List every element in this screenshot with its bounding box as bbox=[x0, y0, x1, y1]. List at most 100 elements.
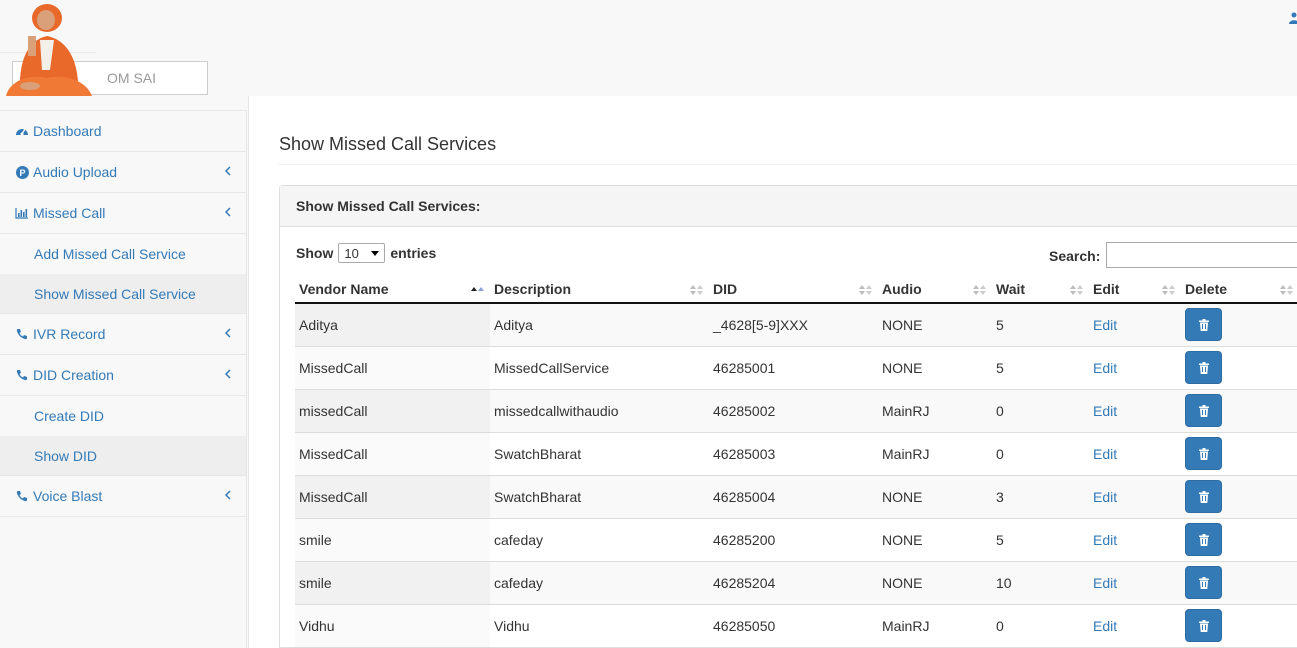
cell-edit: Edit bbox=[1089, 432, 1181, 476]
sidebar-subitem-create-did[interactable]: Create DID bbox=[0, 396, 246, 436]
cell-vendor: Aditya bbox=[295, 303, 490, 347]
chevron-left-icon bbox=[224, 369, 231, 379]
delete-button[interactable] bbox=[1185, 480, 1222, 513]
search-label: Search: bbox=[1049, 248, 1101, 264]
svg-text:P: P bbox=[19, 168, 25, 178]
cell-audio: NONE bbox=[878, 303, 992, 347]
table-row: missedCall missedcallwithaudio 46285002 Mai… bbox=[295, 389, 1297, 433]
sort-both-icon bbox=[1280, 285, 1293, 295]
top-navbar: OM SAI bbox=[0, 0, 1297, 96]
sidebar-item-label: Show Missed Call Service bbox=[34, 285, 196, 302]
cell-wait: 0 bbox=[992, 432, 1089, 476]
edit-link[interactable]: Edit bbox=[1093, 317, 1117, 333]
cell-wait: 5 bbox=[992, 303, 1089, 347]
column-header-edit[interactable]: Edit bbox=[1089, 276, 1181, 304]
entries-select-value: 10 bbox=[344, 245, 359, 261]
entries-length-control: Show 10 entries bbox=[296, 243, 436, 263]
cell-delete bbox=[1181, 432, 1297, 476]
delete-button[interactable] bbox=[1185, 523, 1222, 556]
sidebar-item-dashboard[interactable]: Dashboard bbox=[0, 111, 246, 152]
edit-link[interactable]: Edit bbox=[1093, 618, 1117, 634]
column-header-label: DID bbox=[713, 281, 738, 297]
delete-button[interactable] bbox=[1185, 437, 1222, 470]
cell-vendor: MissedCall bbox=[295, 346, 490, 390]
sort-asc-icon bbox=[471, 287, 484, 291]
delete-button[interactable] bbox=[1185, 351, 1222, 384]
phone-icon bbox=[15, 327, 29, 341]
edit-link[interactable]: Edit bbox=[1093, 532, 1117, 548]
delete-button[interactable] bbox=[1185, 609, 1222, 642]
cell-vendor: MissedCall bbox=[295, 475, 490, 519]
cell-did: 46285002 bbox=[709, 389, 878, 433]
cell-did: _4628[5-9]XXX bbox=[709, 303, 878, 347]
sidebar-item-label: Missed Call bbox=[33, 205, 106, 221]
table-header-row: Vendor Name Description DID Audio Wait E… bbox=[295, 276, 1297, 304]
cell-description: Vidhu bbox=[490, 604, 709, 648]
trash-icon bbox=[1198, 533, 1209, 546]
entries-label: entries bbox=[390, 245, 437, 261]
edit-link[interactable]: Edit bbox=[1093, 360, 1117, 376]
trash-icon bbox=[1198, 447, 1209, 460]
column-header-delete[interactable]: Delete bbox=[1181, 276, 1297, 304]
cell-wait: 5 bbox=[992, 518, 1089, 562]
services-panel: Show Missed Call Services: Show 10 entri… bbox=[279, 185, 1297, 648]
cell-edit: Edit bbox=[1089, 303, 1181, 347]
sidebar-item-did-creation[interactable]: DID Creation bbox=[0, 355, 246, 396]
cell-description: cafeday bbox=[490, 561, 709, 605]
edit-link[interactable]: Edit bbox=[1093, 446, 1117, 462]
cell-wait: 10 bbox=[992, 561, 1089, 605]
trash-icon bbox=[1198, 318, 1209, 331]
bar-chart-icon bbox=[15, 206, 29, 220]
column-header-label: Vendor Name bbox=[299, 281, 389, 297]
table-row: smile cafeday 46285200 NONE 5 Edit bbox=[295, 518, 1297, 562]
edit-link[interactable]: Edit bbox=[1093, 575, 1117, 591]
cell-audio: NONE bbox=[878, 475, 992, 519]
delete-button[interactable] bbox=[1185, 308, 1222, 342]
sidebar-item-label: Create DID bbox=[34, 408, 105, 424]
trash-icon bbox=[1198, 576, 1209, 589]
sai-baba-logo bbox=[6, 4, 92, 96]
sidebar: Dashboard P Audio Upload Missed Call Add… bbox=[0, 110, 247, 648]
table-row: smile cafeday 46285204 NONE 10 Edit bbox=[295, 561, 1297, 605]
cell-wait: 5 bbox=[992, 346, 1089, 390]
column-header-vendor-name[interactable]: Vendor Name bbox=[295, 276, 490, 304]
cell-description: SwatchBharat bbox=[490, 475, 709, 519]
user-icon[interactable] bbox=[1289, 12, 1297, 24]
cell-did: 46285050 bbox=[709, 604, 878, 648]
cell-description: missedcallwithaudio bbox=[490, 389, 709, 433]
column-header-did[interactable]: DID bbox=[709, 276, 878, 304]
sidebar-item-ivr-record[interactable]: IVR Record bbox=[0, 314, 246, 355]
delete-button[interactable] bbox=[1185, 566, 1222, 599]
trash-icon bbox=[1198, 619, 1209, 632]
sidebar-item-label: IVR Record bbox=[33, 326, 106, 342]
table-row: MissedCall SwatchBharat 46285004 NONE 3 Edit bbox=[295, 475, 1297, 519]
table-row: Aditya Aditya _4628[5-9]XXX NONE 5 Edit bbox=[295, 303, 1297, 347]
edit-link[interactable]: Edit bbox=[1093, 489, 1117, 505]
sidebar-subitem-add-missed-call-service[interactable]: Add Missed Call Service bbox=[0, 234, 246, 274]
sidebar-item-label: DID Creation bbox=[33, 367, 114, 383]
cell-edit: Edit bbox=[1089, 346, 1181, 390]
column-header-label: Audio bbox=[882, 281, 922, 297]
column-header-wait[interactable]: Wait bbox=[992, 276, 1089, 304]
sidebar-item-missed-call[interactable]: Missed Call bbox=[0, 193, 246, 234]
column-header-audio[interactable]: Audio bbox=[878, 276, 992, 304]
sidebar-item-voice-blast[interactable]: Voice Blast bbox=[0, 476, 246, 517]
cell-did: 46285003 bbox=[709, 432, 878, 476]
column-header-description[interactable]: Description bbox=[490, 276, 709, 304]
cell-delete bbox=[1181, 346, 1297, 390]
cell-did: 46285004 bbox=[709, 475, 878, 519]
cell-edit: Edit bbox=[1089, 389, 1181, 433]
cell-edit: Edit bbox=[1089, 518, 1181, 562]
entries-select[interactable]: 10 bbox=[338, 243, 386, 263]
edit-link[interactable]: Edit bbox=[1093, 403, 1117, 419]
sidebar-subitem-show-did[interactable]: Show DID bbox=[0, 436, 246, 476]
search-input[interactable] bbox=[1106, 242, 1297, 268]
delete-button[interactable] bbox=[1185, 394, 1222, 427]
sidebar-item-audio-upload[interactable]: P Audio Upload bbox=[0, 152, 246, 193]
cell-audio: NONE bbox=[878, 346, 992, 390]
cell-edit: Edit bbox=[1089, 561, 1181, 605]
column-header-label: Delete bbox=[1185, 281, 1228, 297]
sidebar-item-label: Voice Blast bbox=[33, 488, 103, 504]
trash-icon bbox=[1198, 490, 1209, 503]
sidebar-subitem-show-missed-call-service[interactable]: Show Missed Call Service bbox=[0, 274, 246, 314]
